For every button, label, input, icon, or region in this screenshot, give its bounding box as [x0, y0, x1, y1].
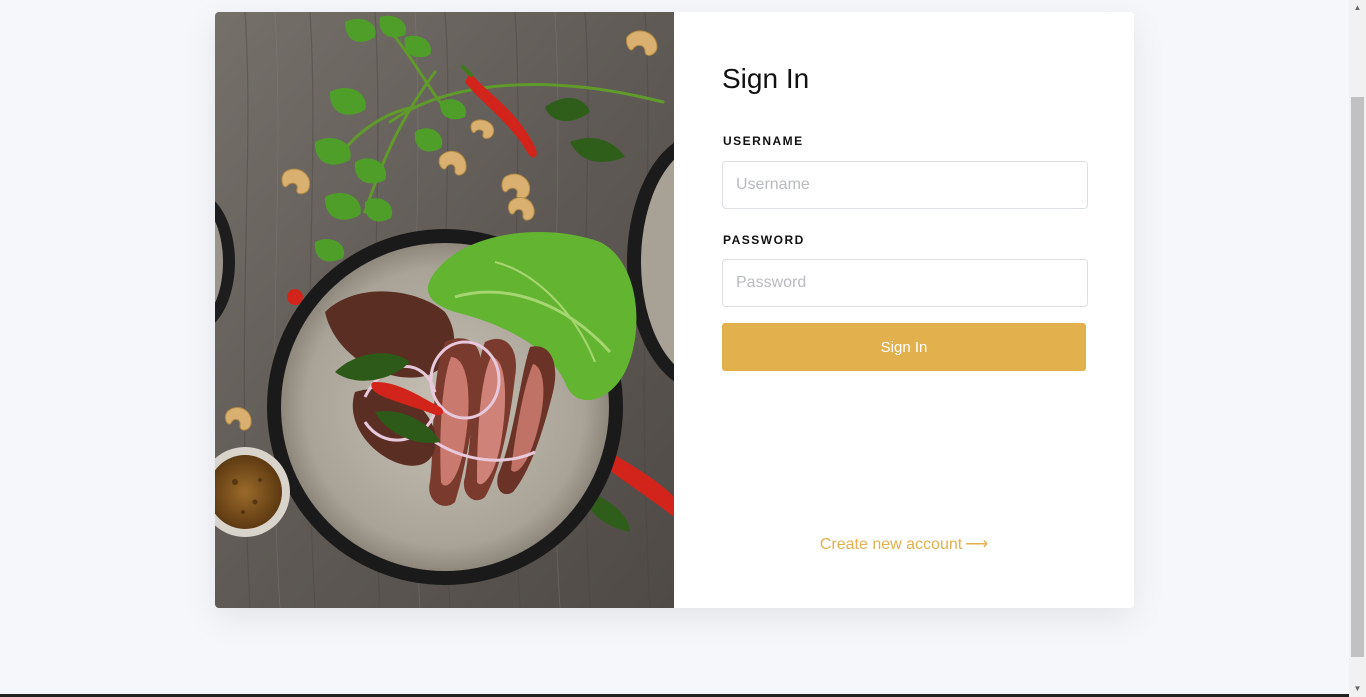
create-account-link[interactable]: Create new account ⟶: [674, 534, 1134, 554]
signin-button[interactable]: Sign In: [722, 323, 1086, 371]
scroll-down-arrow-icon[interactable]: ▼: [1349, 681, 1366, 697]
create-account-label: Create new account: [819, 536, 963, 553]
login-card: Sign In USERNAME PASSWORD Sign In Create…: [215, 12, 1134, 608]
password-input[interactable]: [722, 259, 1088, 307]
page-title: Sign In: [722, 63, 810, 94]
password-label: PASSWORD: [723, 233, 805, 247]
page-background: Sign In USERNAME PASSWORD Sign In Create…: [0, 0, 1349, 697]
signin-form: Sign In USERNAME PASSWORD Sign In Create…: [674, 12, 1134, 608]
username-label: USERNAME: [723, 134, 804, 148]
username-input[interactable]: [722, 161, 1088, 209]
scrollbar-thumb[interactable]: [1351, 97, 1364, 657]
arrow-right-icon: ⟶: [965, 536, 989, 553]
vertical-scrollbar[interactable]: ▲ ▼: [1349, 0, 1366, 697]
scroll-up-arrow-icon[interactable]: ▲: [1349, 0, 1366, 16]
food-photo: [215, 12, 674, 608]
